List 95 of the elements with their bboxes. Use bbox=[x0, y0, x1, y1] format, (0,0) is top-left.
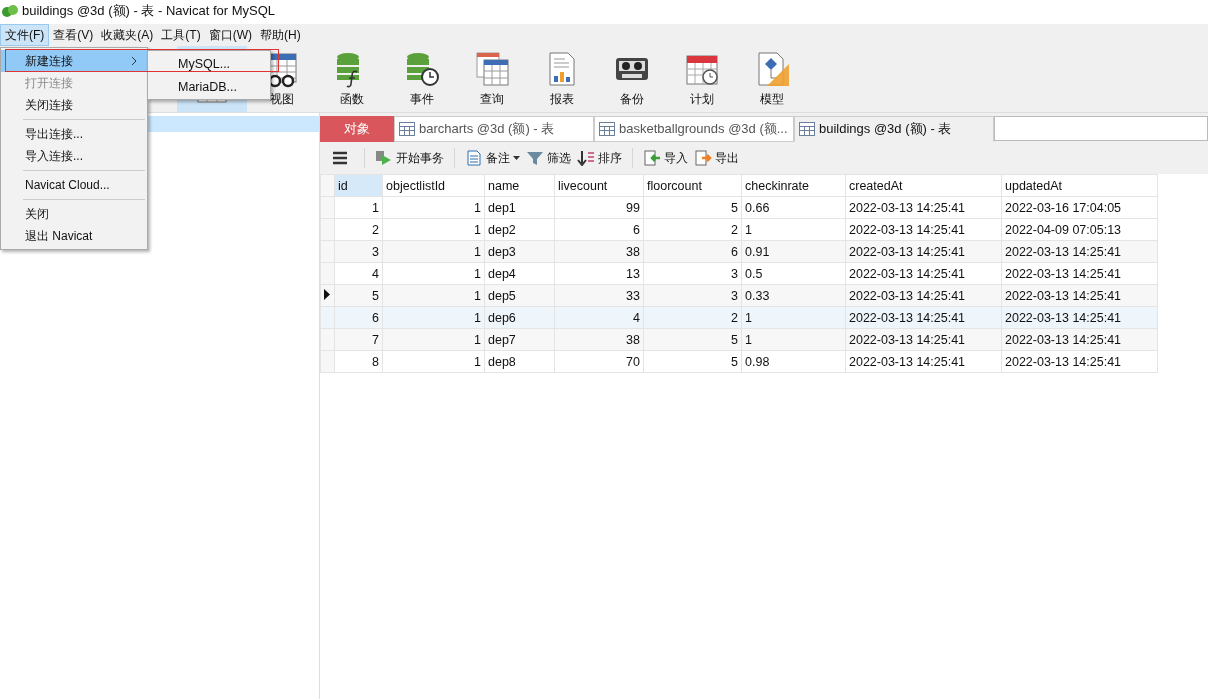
tables-icon bbox=[473, 50, 511, 88]
column-header[interactable]: livecount bbox=[554, 174, 644, 197]
caret-icon bbox=[513, 155, 520, 161]
column-header[interactable]: createdAt bbox=[845, 174, 1002, 197]
column-header[interactable]: updatedAt bbox=[1001, 174, 1158, 197]
table-cell: dep4 bbox=[484, 262, 555, 285]
table-cell: 6 bbox=[554, 218, 644, 241]
table-cell: 0.5 bbox=[741, 262, 846, 285]
table-cell: 1 bbox=[382, 350, 485, 373]
menu-item[interactable]: MariaDB... bbox=[148, 75, 270, 98]
table-cell: 2022-03-13 14:25:41 bbox=[845, 218, 1002, 241]
table-cell: 13 bbox=[554, 262, 644, 285]
table-cell: 2022-03-13 14:25:41 bbox=[845, 196, 1002, 219]
table-cell: 2022-04-09 07:05:13 bbox=[1001, 218, 1158, 241]
tab[interactable]: buildings @3d (额) - 表 bbox=[794, 116, 994, 142]
table-cell: 2022-03-13 14:25:41 bbox=[845, 306, 1002, 329]
table-cell: 99 bbox=[554, 196, 644, 219]
menu-item[interactable]: 窗口(W) bbox=[204, 24, 256, 46]
play-icon bbox=[375, 150, 393, 166]
column-header[interactable]: checkinrate bbox=[741, 174, 846, 197]
table-cell: dep1 bbox=[484, 196, 555, 219]
leaf-logo-icon bbox=[2, 4, 18, 18]
tab[interactable]: basketballgrounds @3d (额... bbox=[594, 116, 794, 142]
filter-icon bbox=[526, 150, 544, 166]
column-header[interactable]: objectlistId bbox=[382, 174, 485, 197]
menu-item[interactable]: 关闭连接 bbox=[1, 94, 147, 116]
table-icon bbox=[599, 122, 615, 136]
table-cell: 2022-03-13 14:25:41 bbox=[845, 240, 1002, 263]
table-cell: 2022-03-13 14:25:41 bbox=[1001, 240, 1158, 263]
table-cell: 0.66 bbox=[741, 196, 846, 219]
table-cell: 70 bbox=[554, 350, 644, 373]
tab[interactable]: 对象 bbox=[320, 116, 394, 142]
toolbar-button[interactable]: 排序 bbox=[577, 149, 622, 167]
table-icon bbox=[799, 122, 815, 136]
menu-item[interactable]: MySQL... bbox=[148, 52, 270, 75]
column-header[interactable]: name bbox=[484, 174, 555, 197]
table-cell: 0.98 bbox=[741, 350, 846, 373]
table-cell: 2022-03-13 14:25:41 bbox=[845, 350, 1002, 373]
toolbar-button[interactable]: 备注 bbox=[465, 149, 520, 167]
menu-item[interactable]: 关闭 bbox=[1, 203, 147, 225]
table-cell: 2022-03-13 14:25:41 bbox=[1001, 350, 1158, 373]
table-cell: 1 bbox=[382, 196, 485, 219]
table-cell: 3 bbox=[643, 262, 742, 285]
table-cell: 2022-03-13 14:25:41 bbox=[845, 284, 1002, 307]
toolbar-button[interactable]: 筛选 bbox=[526, 149, 571, 167]
table-cell: 2 bbox=[334, 218, 383, 241]
table-cell: 2022-03-13 14:25:41 bbox=[1001, 328, 1158, 351]
export-icon bbox=[694, 150, 712, 166]
table-cell: 8 bbox=[334, 350, 383, 373]
menu-item[interactable]: 帮助(H) bbox=[256, 24, 305, 46]
menu-item[interactable]: 退出 Navicat bbox=[1, 225, 147, 247]
import-icon bbox=[643, 150, 661, 166]
toolbar-button[interactable]: 事件 bbox=[387, 46, 457, 112]
table-cell: 1 bbox=[382, 218, 485, 241]
menu-item[interactable]: 收藏夹(A) bbox=[97, 24, 158, 46]
toolbar-button[interactable]: 报表 bbox=[527, 46, 597, 112]
menu-item[interactable]: 文件(F) bbox=[0, 24, 50, 46]
table-cell: 2022-03-13 14:25:41 bbox=[1001, 306, 1158, 329]
table-icon bbox=[399, 122, 415, 136]
toolbar-button[interactable]: 导入 bbox=[643, 149, 688, 167]
column-header[interactable]: id bbox=[334, 174, 383, 197]
column-header[interactable]: floorcount bbox=[643, 174, 742, 197]
table-cell: 1 bbox=[741, 218, 846, 241]
toolbar-button[interactable]: 导出 bbox=[694, 149, 739, 167]
table-cell: 5 bbox=[643, 350, 742, 373]
table-cell: dep8 bbox=[484, 350, 555, 373]
menu-icon[interactable] bbox=[332, 151, 348, 165]
table-cell: 2 bbox=[643, 218, 742, 241]
table-cell: dep2 bbox=[484, 218, 555, 241]
toolbar-button[interactable]: 备份 bbox=[597, 46, 667, 112]
table-cell: 2022-03-13 14:25:41 bbox=[845, 328, 1002, 351]
menu-item[interactable]: Navicat Cloud... bbox=[1, 174, 147, 196]
toolbar-button[interactable]: 模型 bbox=[737, 46, 807, 112]
toolbar-button[interactable]: 开始事务 bbox=[375, 149, 444, 167]
table-cell: 4 bbox=[334, 262, 383, 285]
menu-item[interactable]: 工具(T) bbox=[157, 24, 205, 46]
toolbar-button[interactable]: 函数 bbox=[317, 46, 387, 112]
menu-item[interactable]: 查看(V) bbox=[49, 24, 98, 46]
menu-item[interactable]: 导入连接... bbox=[1, 145, 147, 167]
menu-item[interactable]: 导出连接... bbox=[1, 123, 147, 145]
table-cell: 2022-03-16 17:04:05 bbox=[1001, 196, 1158, 219]
window-title: buildings @3d (额) - 表 - Navicat for MySQL bbox=[22, 2, 276, 20]
toolbar-button[interactable]: 计划 bbox=[667, 46, 737, 112]
table-cell: 2022-03-13 14:25:41 bbox=[1001, 284, 1158, 307]
table-cell: 1 bbox=[382, 262, 485, 285]
tab[interactable]: barcharts @3d (额) - 表 bbox=[394, 116, 594, 142]
table-cell: 2022-03-13 14:25:41 bbox=[1001, 262, 1158, 285]
table-cell: 2022-03-13 14:25:41 bbox=[845, 262, 1002, 285]
table-cell: 5 bbox=[643, 196, 742, 219]
menu-item[interactable]: 新建连接 bbox=[1, 50, 147, 72]
document-icon bbox=[465, 150, 483, 166]
table-cell: 1 bbox=[334, 196, 383, 219]
search-field[interactable] bbox=[994, 116, 1208, 141]
toolbar-button[interactable]: 查询 bbox=[457, 46, 527, 112]
sort-icon bbox=[577, 150, 595, 166]
